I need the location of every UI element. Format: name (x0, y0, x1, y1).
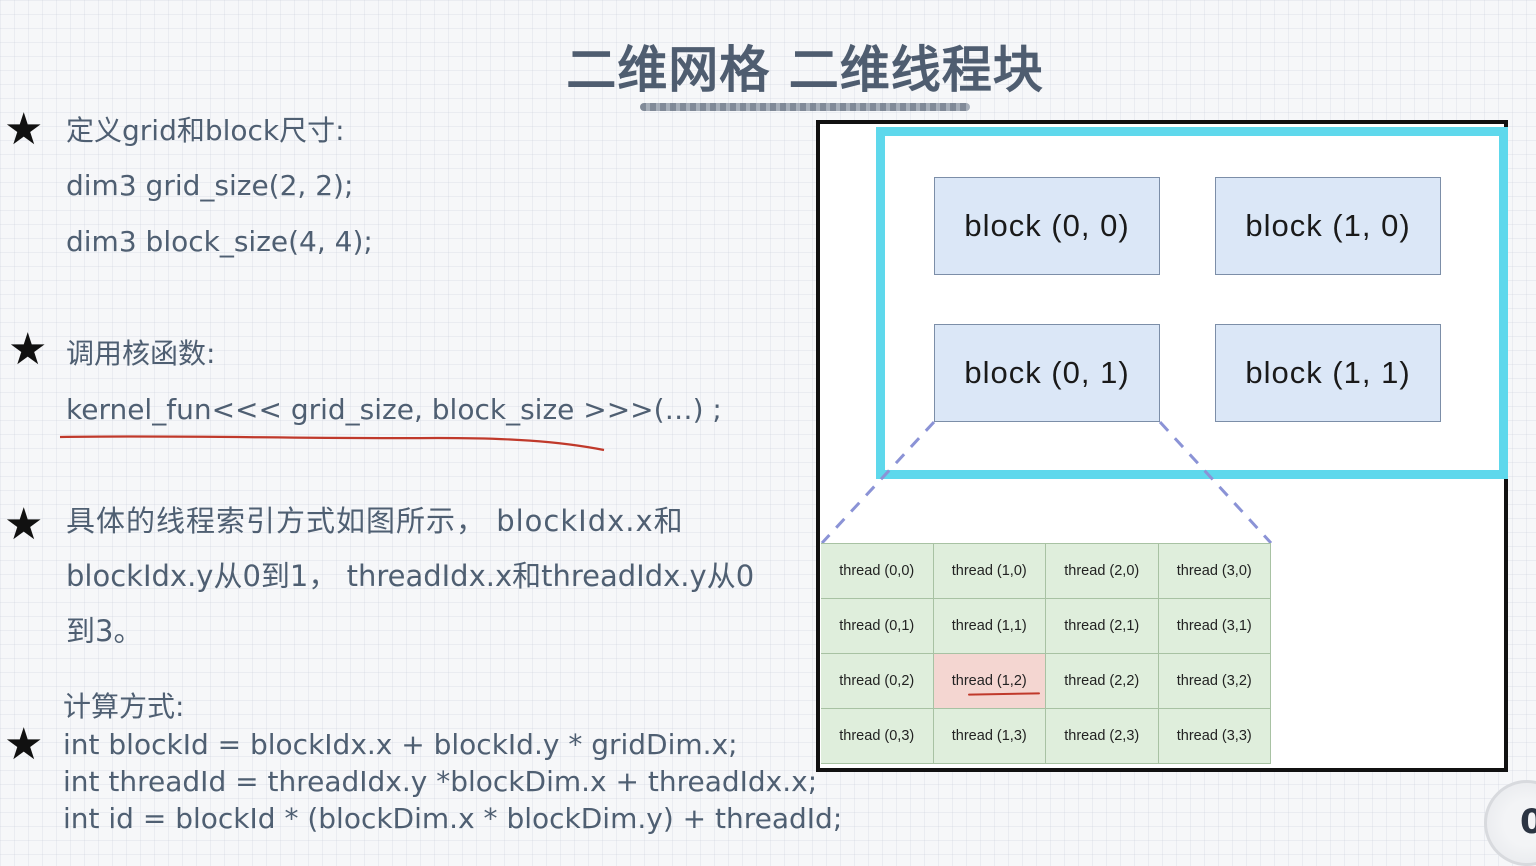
thread-cell: thread (0,1) (821, 599, 934, 654)
call-heading: 调用核函数: (66, 337, 216, 370)
block-0-1: block (0, 1) (934, 324, 1160, 422)
block-size-code: dim3 block_size(4, 4); (66, 225, 373, 258)
title-underline (640, 103, 970, 111)
global-id-formula: int id = blockId * (blockDim.x * blockDi… (63, 802, 843, 835)
star-bullet-icon: ★ (4, 104, 44, 155)
block-1-0: block (1, 0) (1215, 177, 1441, 275)
star-bullet-icon: ★ (8, 324, 48, 375)
thread-cell: thread (3,3) (1158, 709, 1271, 764)
thread-grid: thread (0,0) thread (1,0) thread (2,0) t… (821, 543, 1271, 764)
red-underline-annotation (58, 432, 606, 454)
block-1-1: block (1, 1) (1215, 324, 1441, 422)
thread-cell: thread (3,1) (1158, 599, 1271, 654)
block-id-formula: int blockId = blockIdx.x + blockId.y * g… (63, 728, 738, 761)
thread-cell: thread (3,0) (1158, 544, 1271, 599)
thread-cell-highlighted: thread (1,2) (933, 654, 1046, 709)
thread-id-formula: int threadId = threadIdx.y *blockDim.x +… (63, 765, 818, 798)
thread-cell: thread (2,0) (1046, 544, 1159, 599)
thread-cell: thread (0,0) (821, 544, 934, 599)
thread-cell: thread (1,3) (933, 709, 1046, 764)
define-heading: 定义grid和block尺寸: (66, 114, 345, 147)
thread-cell: thread (0,2) (821, 654, 934, 709)
index-text-line1: 具体的线程索引方式如图所示， blockIdx.x和 (66, 504, 684, 538)
kernel-call-code: kernel_fun<<< grid_size, block_size >>>(… (66, 393, 722, 426)
slide-title: 二维网格 二维线程块 (566, 41, 1044, 99)
block-0-0: block (0, 0) (934, 177, 1160, 275)
thread-cell: thread (2,3) (1046, 709, 1159, 764)
star-bullet-icon: ★ (4, 499, 44, 550)
thread-cell: thread (3,2) (1158, 654, 1271, 709)
index-text-line3: 到3。 (66, 614, 143, 648)
thread-cell: thread (2,2) (1046, 654, 1159, 709)
thread-cell: thread (0,3) (821, 709, 934, 764)
thread-cell: thread (1,0) (933, 544, 1046, 599)
thread-cell: thread (1,1) (933, 599, 1046, 654)
thread-cell: thread (2,1) (1046, 599, 1159, 654)
compute-heading: 计算方式: (63, 690, 185, 723)
index-text-line2: blockIdx.y从0到1， threadIdx.x和threadIdx.y从… (66, 559, 755, 593)
grid-size-code: dim3 grid_size(2, 2); (66, 169, 354, 202)
corner-mark: 0 (1520, 802, 1536, 842)
star-bullet-icon: ★ (4, 719, 44, 770)
